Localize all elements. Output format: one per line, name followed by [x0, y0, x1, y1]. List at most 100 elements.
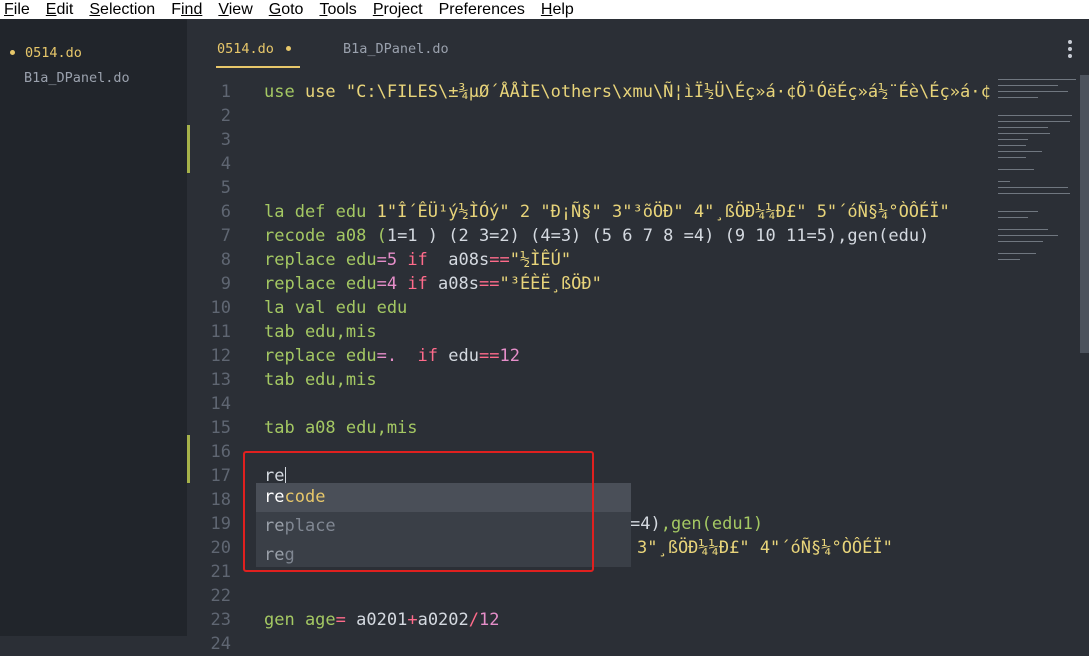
menu-edit-label: dit [56, 1, 74, 18]
code-token: / [468, 610, 480, 630]
tab-b1a-dpanel[interactable]: B1a_DPanel.do [343, 41, 449, 57]
sidebar: 0514.do B1a_DPanel.do [0, 19, 187, 636]
menu-view[interactable]: View [212, 0, 262, 19]
more-options-icon[interactable] [1063, 40, 1077, 60]
code-token: if [407, 250, 428, 270]
menu-selection[interactable]: Selection [83, 0, 165, 19]
code-token: la def edu [264, 202, 377, 222]
sidebar-file-label: 0514.do [25, 45, 82, 61]
modified-line-marker [187, 435, 190, 483]
menu-edit[interactable]: Edit [40, 0, 84, 19]
code-line-20-tail: 3"¸ßÖÐ¼¼Ð£" 4"´óÑ§¼°ÒÔÉÏ" [637, 536, 893, 560]
code-line-15: tab a08 edu,mis [264, 416, 418, 440]
code-token: if [407, 274, 428, 294]
minimap-line [998, 121, 1070, 122]
code-token: a08s [427, 250, 490, 270]
code-token: replace edu [264, 250, 377, 270]
code-line-12: replace edu=. if edu==12 [264, 344, 520, 368]
code-token: + [407, 610, 418, 630]
code-line-7: recode a08 (1=1 ) (2 3=2) (4=3) (5 6 7 8… [264, 224, 929, 248]
menu-help[interactable]: Help [535, 0, 584, 19]
minimap-line [998, 193, 1070, 194]
line-number: 19 [210, 514, 231, 534]
menu-find[interactable]: Find [165, 0, 212, 19]
minimap-line [998, 217, 1028, 218]
line-number: 22 [210, 586, 231, 606]
code-line-23: gen age= a0201+a0202/12 [264, 608, 500, 632]
code-token: ,gen(edu1) [660, 514, 764, 534]
code-line-1: use use "C:\FILES\±¾µØ´ÅÅÌE\others\xmu\Ñ… [264, 80, 991, 104]
code-token: edu [438, 346, 479, 366]
minimap-line [998, 169, 1034, 170]
menu-preferences[interactable]: Preferences [433, 0, 535, 19]
minimap-line [998, 139, 1028, 140]
sidebar-file-0514[interactable]: 0514.do [10, 45, 82, 61]
code-token: == [478, 346, 500, 366]
minimap-line [998, 151, 1042, 152]
tab-label: 0514.do [217, 41, 274, 57]
menu-find-label: ind [180, 1, 203, 18]
unsaved-dot-icon[interactable] [285, 45, 291, 51]
code-token: 12 [499, 346, 520, 366]
sidebar-file-b1a-dpanel[interactable]: B1a_DPanel.do [24, 70, 130, 86]
line-number: 6 [220, 202, 231, 222]
minimap-line [998, 253, 1036, 254]
line-number: 18 [210, 490, 231, 510]
menu-view-label: iew [228, 1, 253, 18]
minimap-line [998, 91, 1068, 92]
menu-project[interactable]: Project [367, 0, 433, 19]
minimap-line [998, 259, 1020, 260]
code-token: tab edu,mis [264, 322, 377, 342]
code-string: "½ÌÊÚ" [509, 250, 572, 270]
line-number: 3 [220, 130, 231, 150]
menu-goto[interactable]: Goto [263, 0, 314, 19]
menu-goto-label: oto [281, 1, 304, 18]
code-token: replace edu [264, 346, 377, 366]
code-token: = [335, 610, 357, 630]
minimap-line [998, 133, 1050, 134]
code-token: =4 [376, 274, 408, 294]
menu-project-mnemonic: P [372, 1, 384, 18]
active-tab-indicator [216, 66, 300, 68]
code-token: == [478, 274, 500, 294]
sidebar-file-label: B1a_DPanel.do [24, 70, 130, 86]
minimap-line [998, 85, 1058, 86]
minimap-line [998, 79, 1076, 80]
menu-file[interactable]: File [0, 0, 40, 19]
code-line-6: la def edu 1"Î´ÊÜ¹ý½ÌÓý" 2 "Ð¡Ñ§" 3"³õÖÐ… [264, 200, 950, 224]
menu-tools[interactable]: Tools [313, 0, 366, 19]
code-line-11: tab edu,mis [264, 320, 377, 344]
code-line-13: tab edu,mis [264, 368, 377, 392]
line-number: 21 [210, 562, 231, 582]
minimap-line [998, 181, 1010, 182]
menu-help-mnemonic: H [540, 1, 553, 18]
code-token: gen age [264, 610, 336, 630]
line-number: 2 [220, 106, 231, 126]
line-number: 5 [220, 178, 231, 198]
menu-view-mnemonic: V [218, 1, 229, 18]
code-token: a08s [427, 274, 479, 294]
menu-file-label: ile [13, 1, 30, 18]
minimap[interactable] [998, 75, 1078, 275]
tab-0514[interactable]: 0514.do [217, 41, 291, 57]
vertical-scrollbar[interactable] [1080, 75, 1089, 353]
code-string: 1"Î´ÊÜ¹ý½ÌÓý" 2 "Ð¡Ñ§" 3"³õÖÐ" 4"¸ßÖÐ¼¼Ð… [376, 202, 950, 222]
code-token: =. [376, 346, 408, 366]
code-line-8: replace edu=5 if a08s=="½ÌÊÚ" [264, 248, 571, 272]
minimap-line [998, 229, 1048, 230]
menu-bar: File Edit Selection Find View Goto Tools… [0, 0, 1089, 19]
code-string: 3"¸ßÖÐ¼¼Ð£" 4"´óÑ§¼°ÒÔÉÏ" [637, 538, 893, 558]
line-number: 9 [220, 274, 231, 294]
line-number: 17 [210, 466, 231, 486]
annotation-highlight-box [243, 451, 594, 572]
menu-project-label: roject [383, 1, 423, 18]
code-token: recode a08 ( [264, 226, 387, 246]
minimap-line [998, 97, 1038, 98]
code-line-19-tail: =4),gen(edu1) [630, 512, 763, 536]
menu-edit-mnemonic: E [45, 1, 57, 18]
line-number: 15 [210, 418, 231, 438]
code-token: ,gen(edu) [837, 226, 930, 246]
line-number: 7 [220, 226, 231, 246]
line-number-gutter: 1 2 3 4 5 6 7 8 9 10 11 12 13 14 15 16 17 18 19 20 21 22 23 24 [187, 75, 247, 654]
code-token: replace edu [264, 274, 377, 294]
